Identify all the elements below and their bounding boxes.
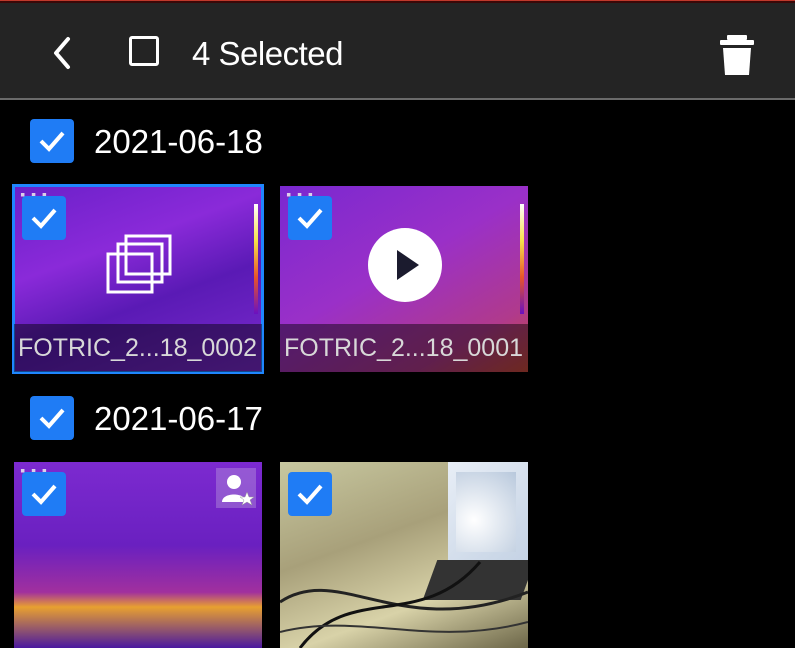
trash-icon[interactable] [718, 33, 756, 77]
checkmark-icon [39, 131, 65, 152]
select-all-checkbox[interactable] [129, 36, 159, 66]
checkmark-icon [297, 208, 323, 229]
gallery-item-video[interactable]: ▪ ▪ ▪ FOTRIC_2...18_0001 [280, 186, 528, 372]
selection-toolbar: 4 Selected [0, 3, 795, 100]
gallery-item-photo[interactable] [280, 462, 528, 648]
gallery-item-thermal-image[interactable]: ▪ ▪ ▪ [14, 462, 262, 648]
item-checkbox[interactable] [22, 472, 66, 516]
selected-count-label: 4 Selected [192, 35, 343, 72]
file-name: FOTRIC_2...18_0001 [284, 334, 524, 362]
back-arrow-icon[interactable] [46, 33, 80, 73]
date-label: 2021-06-18 [94, 123, 263, 160]
date-group-checkbox[interactable] [30, 396, 74, 440]
photo-screen-glow [456, 472, 516, 552]
checkmark-icon [39, 408, 65, 429]
person-star-icon [216, 468, 256, 508]
gallery-item-burst[interactable]: ▪ ▪ ▪ FOTRIC_2...18_0002 [12, 184, 264, 374]
item-checkbox[interactable] [288, 196, 332, 240]
file-name: FOTRIC_2...18_0002 [18, 334, 258, 362]
date-group-checkbox[interactable] [30, 119, 74, 163]
item-checkbox[interactable] [288, 472, 332, 516]
thumbnail-caption: FOTRIC_2...18_0002 [14, 324, 262, 372]
item-checkbox[interactable] [22, 196, 66, 240]
thermal-scale-bar [520, 204, 524, 314]
play-icon[interactable] [368, 228, 442, 302]
thermal-scale-bar [254, 204, 258, 314]
checkmark-icon [31, 208, 57, 229]
checkmark-icon [31, 484, 57, 505]
date-group-header: 2021-06-18 [0, 115, 795, 167]
date-group-header: 2021-06-17 [0, 392, 795, 444]
checkmark-icon [297, 484, 323, 505]
burst-stack-icon [106, 234, 172, 294]
photo-cables-shape [280, 561, 528, 648]
thumbnail-caption: FOTRIC_2...18_0001 [280, 324, 528, 372]
date-label: 2021-06-17 [94, 400, 263, 437]
